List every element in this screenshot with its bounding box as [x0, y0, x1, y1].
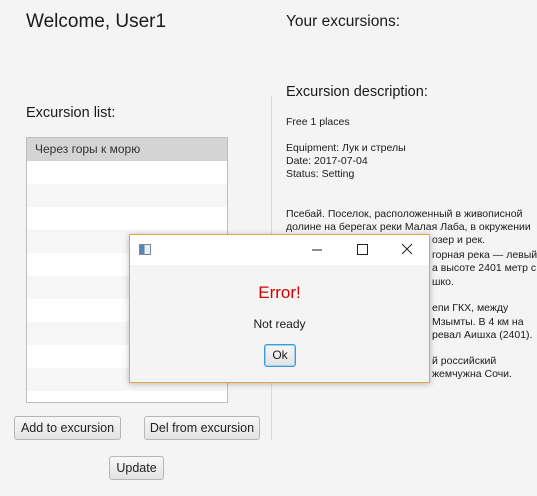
add-to-excursion-button[interactable]: Add to excursion [14, 416, 121, 440]
dialog-titlebar[interactable] [130, 235, 429, 265]
welcome-heading: Welcome, User1 [26, 11, 167, 32]
description-line: озер и рек. [432, 234, 485, 246]
list-item[interactable] [27, 161, 227, 184]
close-button[interactable] [384, 235, 430, 265]
description-date: Date: 2017-07-04 [286, 155, 368, 167]
description-free-places: Free 1 places [286, 116, 350, 128]
description-line: жемчужна Сочи. [432, 368, 512, 380]
maximize-icon [357, 244, 368, 255]
description-equipment: Equipment: Лук и стрелы [286, 142, 406, 154]
minimize-button[interactable] [294, 235, 340, 265]
description-line: ревал Аишха (2401). [432, 329, 533, 341]
maximize-button[interactable] [339, 235, 385, 265]
description-line: шко. [432, 276, 454, 288]
list-item[interactable] [27, 184, 227, 207]
your-excursions-heading: Your excursions: [286, 13, 401, 30]
del-from-excursion-button[interactable]: Del from excursion [144, 416, 260, 440]
description-line: долине на берегах реки Малая Лаба, в окр… [286, 221, 531, 233]
error-dialog: Error! Not ready Ok [129, 234, 430, 383]
app-icon [139, 244, 151, 255]
error-title: Error! [258, 283, 301, 302]
error-message: Not ready [253, 317, 306, 331]
description-line: горная река — левый [432, 249, 537, 261]
description-line: й российский [432, 355, 497, 367]
minimize-icon [312, 249, 322, 251]
excursion-list-label: Excursion list: [26, 105, 116, 121]
ok-button[interactable]: Ok [264, 344, 296, 367]
description-status: Status: Setting [286, 168, 355, 180]
description-line: епи ГКХ, между [432, 302, 509, 314]
list-item[interactable]: Через горы к морю [27, 138, 227, 161]
description-line: а высоте 2401 метр с [432, 262, 537, 274]
update-button[interactable]: Update [109, 456, 164, 480]
description-line: Мзымты. В 4 км на [432, 316, 524, 328]
description-line: Псебай. Поселок, расположенный в живопис… [286, 208, 523, 220]
list-item[interactable] [27, 207, 227, 230]
close-icon [401, 243, 413, 255]
excursion-description-title: Excursion description: [286, 84, 428, 100]
